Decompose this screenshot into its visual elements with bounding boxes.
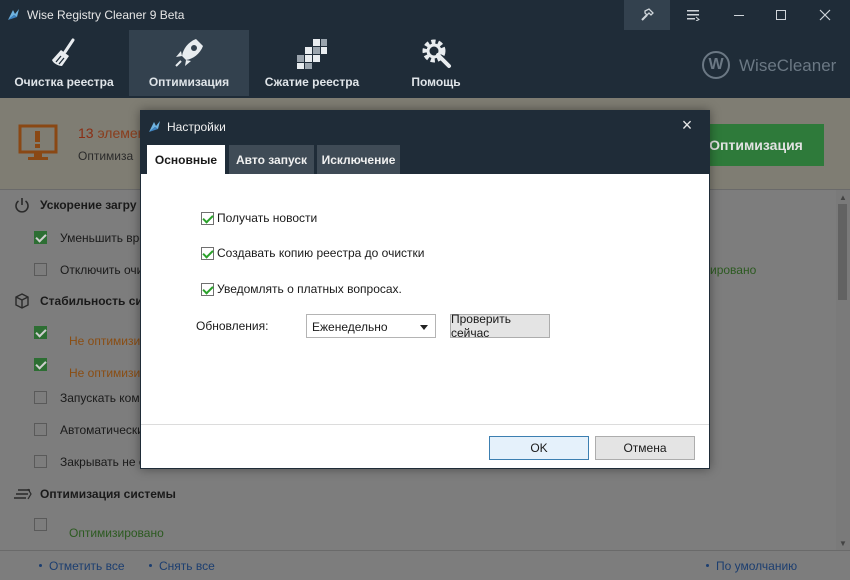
menu-icon[interactable] — [670, 0, 716, 30]
option-label: Получать новости — [217, 211, 318, 225]
row-checkbox[interactable] — [34, 518, 47, 531]
option-label: Уведомлять о платных вопросах. — [217, 282, 402, 296]
scroll-down-icon[interactable]: ▼ — [839, 539, 847, 548]
row-checkbox[interactable] — [34, 358, 47, 371]
dialog-close-icon[interactable]: × — [677, 116, 697, 136]
row-checkbox[interactable] — [34, 455, 47, 468]
hammer-icon[interactable] — [624, 0, 670, 30]
minimize-icon[interactable] — [716, 0, 762, 30]
app-logo-icon — [149, 121, 160, 132]
tab-registry-cleaner[interactable]: Очистка реестра — [4, 30, 124, 96]
power-icon — [15, 198, 29, 213]
tab-exclusion[interactable]: Исключение — [317, 145, 400, 174]
check-all-link[interactable]: Отметить все — [49, 559, 125, 573]
check-now-button[interactable]: Проверить сейчас — [450, 312, 550, 340]
tab-help[interactable]: Помощь — [376, 30, 496, 96]
section-title: Ускорение загру — [40, 198, 137, 212]
updates-value: Еженедельно — [312, 320, 388, 334]
issue-count-suffix: элемен — [97, 125, 146, 141]
cube-icon — [15, 293, 29, 309]
updates-select[interactable]: Еженедельно — [306, 314, 436, 338]
monitor-alert-icon — [18, 124, 58, 160]
speed-icon — [14, 488, 32, 500]
rocket-icon — [175, 39, 203, 67]
row-checkbox[interactable] — [34, 231, 47, 244]
tab-registry-defrag-label: Сжатие реестра — [264, 75, 360, 89]
app-logo-icon — [8, 9, 19, 20]
scroll-up-icon[interactable]: ▲ — [839, 193, 847, 202]
summary-count: 13 элемен — [78, 125, 145, 141]
gear-wrench-icon — [422, 39, 451, 68]
row-status: Оптимизировано — [69, 526, 164, 540]
window-title: Wise Registry Cleaner 9 Beta — [27, 8, 185, 22]
issue-count: 13 — [78, 125, 94, 141]
tab-optimization[interactable]: Оптимизация — [129, 30, 249, 96]
blocks-icon — [297, 39, 327, 69]
row-label: Отключить очи — [60, 263, 144, 277]
title-bar: Wise Registry Cleaner 9 Beta — [0, 0, 850, 30]
row-status: ировано — [710, 263, 757, 277]
row-label: Запускать комп — [60, 391, 147, 405]
uncheck-all-link[interactable]: Снять все — [159, 559, 215, 573]
close-icon[interactable] — [802, 0, 848, 30]
tab-registry-cleaner-label: Очистка реестра — [14, 75, 114, 89]
footer-bullet-icon — [706, 564, 709, 567]
footer-bullet-icon — [39, 564, 42, 567]
news-checkbox[interactable] — [201, 212, 214, 225]
section-title: Стабильность си — [40, 294, 143, 308]
dialog-divider — [141, 424, 709, 425]
tab-help-label: Помощь — [411, 75, 461, 89]
row-checkbox[interactable] — [34, 423, 47, 436]
tab-registry-defrag[interactable]: Сжатие реестра — [252, 30, 372, 96]
row-checkbox[interactable] — [34, 263, 47, 276]
row-label: Закрывать не о — [60, 455, 146, 469]
broom-icon — [52, 38, 75, 66]
tab-general[interactable]: Основные — [147, 145, 225, 174]
scroll-thumb[interactable] — [838, 204, 847, 300]
updates-label: Обновления: — [196, 319, 269, 333]
dialog-title: Настройки — [167, 120, 226, 134]
option-label: Создавать копию реестра до очистки — [217, 246, 425, 260]
settings-dialog: Настройки × Основные Авто запуск Исключе… — [140, 110, 710, 469]
ok-button[interactable]: OK — [489, 436, 589, 460]
brand-name: WiseCleaner — [739, 56, 837, 75]
cancel-button[interactable]: Отмена — [595, 436, 695, 460]
row-label: Автоматический — [60, 423, 151, 437]
summary-text: Оптимиза — [78, 149, 134, 163]
dialog-header: Настройки × Основные Авто запуск Исключе… — [141, 111, 709, 174]
main-toolbar: Очистка реестра Оптимизация Сжатие реест… — [0, 30, 850, 98]
section-title: Оптимизация системы — [40, 487, 176, 501]
backup-checkbox[interactable] — [201, 247, 214, 260]
tab-optimization-label: Оптимизация — [148, 75, 230, 89]
notify-checkbox[interactable] — [201, 283, 214, 296]
row-checkbox[interactable] — [34, 391, 47, 404]
row-checkbox[interactable] — [34, 326, 47, 339]
default-link[interactable]: По умолчанию — [716, 559, 797, 573]
brand-logo-icon: W — [702, 51, 730, 79]
footer-bullet-icon — [149, 564, 152, 567]
chevron-down-icon — [420, 325, 428, 330]
tab-autostart[interactable]: Авто запуск — [229, 145, 314, 174]
maximize-icon[interactable] — [758, 0, 804, 30]
